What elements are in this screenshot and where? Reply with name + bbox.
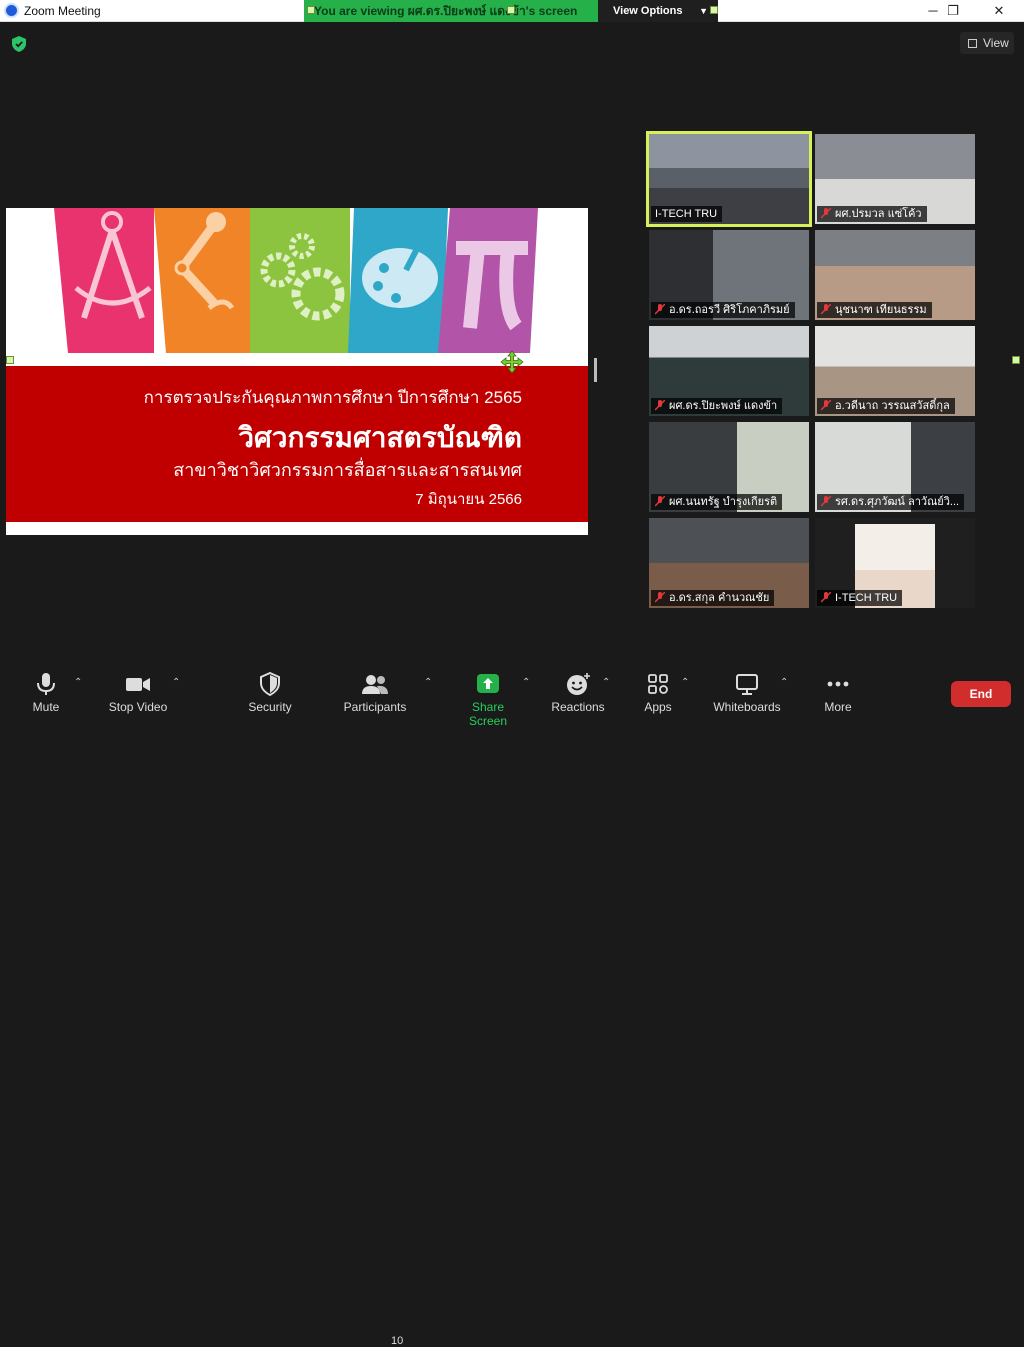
participants-label: Participants <box>343 700 407 714</box>
participant-name: I-TECH TRU <box>817 590 903 606</box>
whiteboards-button[interactable]: Whiteboards <box>708 660 786 720</box>
participant-name: นุชนาฑ เทียนธรรม <box>817 302 932 318</box>
audio-options-caret[interactable]: ⌃ <box>74 677 82 688</box>
share-screen-label: Share Screen <box>468 700 508 728</box>
participant-name: อ.วดีนาถ วรรณสวัสดิ์กุล <box>817 398 955 414</box>
resize-handle[interactable] <box>307 6 315 14</box>
participants-count-badge: 10 <box>391 1335 404 1347</box>
apps-icon <box>648 674 668 694</box>
end-meeting-button[interactable]: End <box>951 681 1011 707</box>
resize-handle[interactable] <box>710 6 718 14</box>
pi-strip <box>438 208 538 353</box>
reactions-button[interactable]: Reactions <box>548 660 608 720</box>
meeting-toolbar: Mute ⌃ Stop Video ⌃ Security Participant… <box>0 660 1024 1347</box>
more-dots-icon <box>827 681 849 687</box>
video-tile[interactable]: อ.ดร.สกุล คำนวณชัย <box>649 518 809 608</box>
mic-muted-icon <box>821 496 831 507</box>
participant-name: รศ.ดร.ศุภวัฒน์ ลาวัณย์วิ... <box>817 494 965 510</box>
participants-button[interactable]: Participants <box>338 660 412 720</box>
participant-name: อ.ดร.ถอรวี ศิริโภคาภิรมย์ <box>651 302 795 318</box>
video-camera-icon <box>126 678 150 691</box>
security-label: Security <box>248 700 292 714</box>
zoom-app-icon <box>4 3 19 18</box>
splitter-handle[interactable] <box>594 358 597 382</box>
share-screen-button[interactable]: Share Screen <box>452 660 524 728</box>
whiteboard-icon <box>736 674 758 695</box>
video-tile[interactable]: I-TECH TRU <box>815 518 975 608</box>
gears-strip <box>250 208 350 353</box>
participant-name: I-TECH TRU <box>651 206 723 222</box>
video-tile[interactable]: อ.วดีนาถ วรรณสวัสดิ์กุล <box>815 326 975 416</box>
chevron-down-icon: ▼ <box>699 6 708 16</box>
mic-muted-icon <box>655 304 665 315</box>
participants-options-caret[interactable]: ⌃ <box>424 677 432 688</box>
resize-handle[interactable] <box>6 356 14 364</box>
more-button[interactable]: More <box>814 660 862 720</box>
whiteboards-options-caret[interactable]: ⌃ <box>780 677 788 688</box>
video-tile[interactable]: นุชนาฑ เทียนธรรม <box>815 230 975 320</box>
video-tile[interactable]: อ.ดร.ถอรวี ศิริโภคาภิรมย์ <box>649 230 809 320</box>
apps-button[interactable]: Apps <box>632 660 684 720</box>
robot-arm-strip <box>154 208 250 353</box>
microphone-icon <box>37 673 55 695</box>
reactions-options-caret[interactable]: ⌃ <box>602 677 610 688</box>
compass-strip <box>54 208 154 353</box>
close-button[interactable]: ✕ <box>976 0 1022 22</box>
slide-title: วิศวกรรมศาสตรบัณฑิต <box>238 422 522 453</box>
resize-handle[interactable] <box>507 6 515 14</box>
window-title: Zoom Meeting <box>24 4 101 18</box>
apps-label: Apps <box>644 700 672 714</box>
security-button[interactable]: Security <box>240 660 300 720</box>
view-label: View <box>983 36 1009 50</box>
participant-name: อ.ดร.สกุล คำนวณชัย <box>651 590 775 606</box>
view-options-label: View Options <box>613 5 683 17</box>
video-tile[interactable]: รศ.ดร.ศุภวัฒน์ ลาวัณย์วิ... <box>815 422 975 512</box>
participant-name: ผศ.นนทรัฐ บำรุงเกียรติ <box>651 494 783 510</box>
participant-name: ผศ.ปรมวล แซ่โค้ว <box>817 206 927 222</box>
shield-icon <box>260 672 280 696</box>
mute-label: Mute <box>32 700 60 714</box>
grid-icon <box>968 39 977 48</box>
reactions-label: Reactions <box>551 700 605 714</box>
smiley-icon <box>567 673 590 695</box>
maximize-button[interactable]: ❐ <box>930 0 976 22</box>
video-options-caret[interactable]: ⌃ <box>172 677 180 688</box>
mic-muted-icon <box>655 592 665 603</box>
video-tile[interactable]: ผศ.ดร.ปิยะพงษ์ แดงข้า <box>649 326 809 416</box>
mic-muted-icon <box>821 592 831 603</box>
palette-strip <box>348 208 448 353</box>
stop-video-button[interactable]: Stop Video <box>102 660 174 720</box>
participant-name: ผศ.ดร.ปิยะพงษ์ แดงข้า <box>651 398 783 414</box>
encryption-shield-icon[interactable] <box>12 36 26 52</box>
more-label: More <box>824 700 852 714</box>
screen-share-banner: You are viewing ผศ.ดร.ปิยะพงษ์ แดงข้า's … <box>304 0 598 22</box>
mic-muted-icon <box>821 208 831 219</box>
share-screen-icon <box>477 674 499 693</box>
stop-video-label: Stop Video <box>108 700 168 714</box>
slide-date: 7 มิถุนายน 2566 <box>415 491 522 508</box>
slide-subtitle: การตรวจประกันคุณภาพการศึกษา ปีการศึกษา 2… <box>143 388 522 407</box>
video-tile[interactable]: I-TECH TRU <box>646 131 812 227</box>
view-layout-button[interactable]: View <box>960 32 1014 54</box>
mic-muted-icon <box>655 496 665 507</box>
video-tile[interactable]: ผศ.ปรมวล แซ่โค้ว <box>815 134 975 224</box>
move-cursor-icon <box>500 350 524 374</box>
mic-muted-icon <box>655 400 665 411</box>
apps-options-caret[interactable]: ⌃ <box>681 677 689 688</box>
whiteboards-label: Whiteboards <box>713 700 781 714</box>
resize-handle[interactable] <box>1012 356 1020 364</box>
share-options-caret[interactable]: ⌃ <box>522 677 530 688</box>
view-options-button[interactable]: View Options ▼ <box>598 0 718 22</box>
mic-muted-icon <box>821 400 831 411</box>
video-tile[interactable]: ผศ.นนทรัฐ บำรุงเกียรติ <box>649 422 809 512</box>
mute-button[interactable]: Mute <box>16 660 76 720</box>
participants-icon <box>362 675 388 694</box>
slide-department: สาขาวิชาวิศวกรรมการสื่อสารและสารสนเทศ <box>173 460 522 480</box>
mic-muted-icon <box>821 304 831 315</box>
